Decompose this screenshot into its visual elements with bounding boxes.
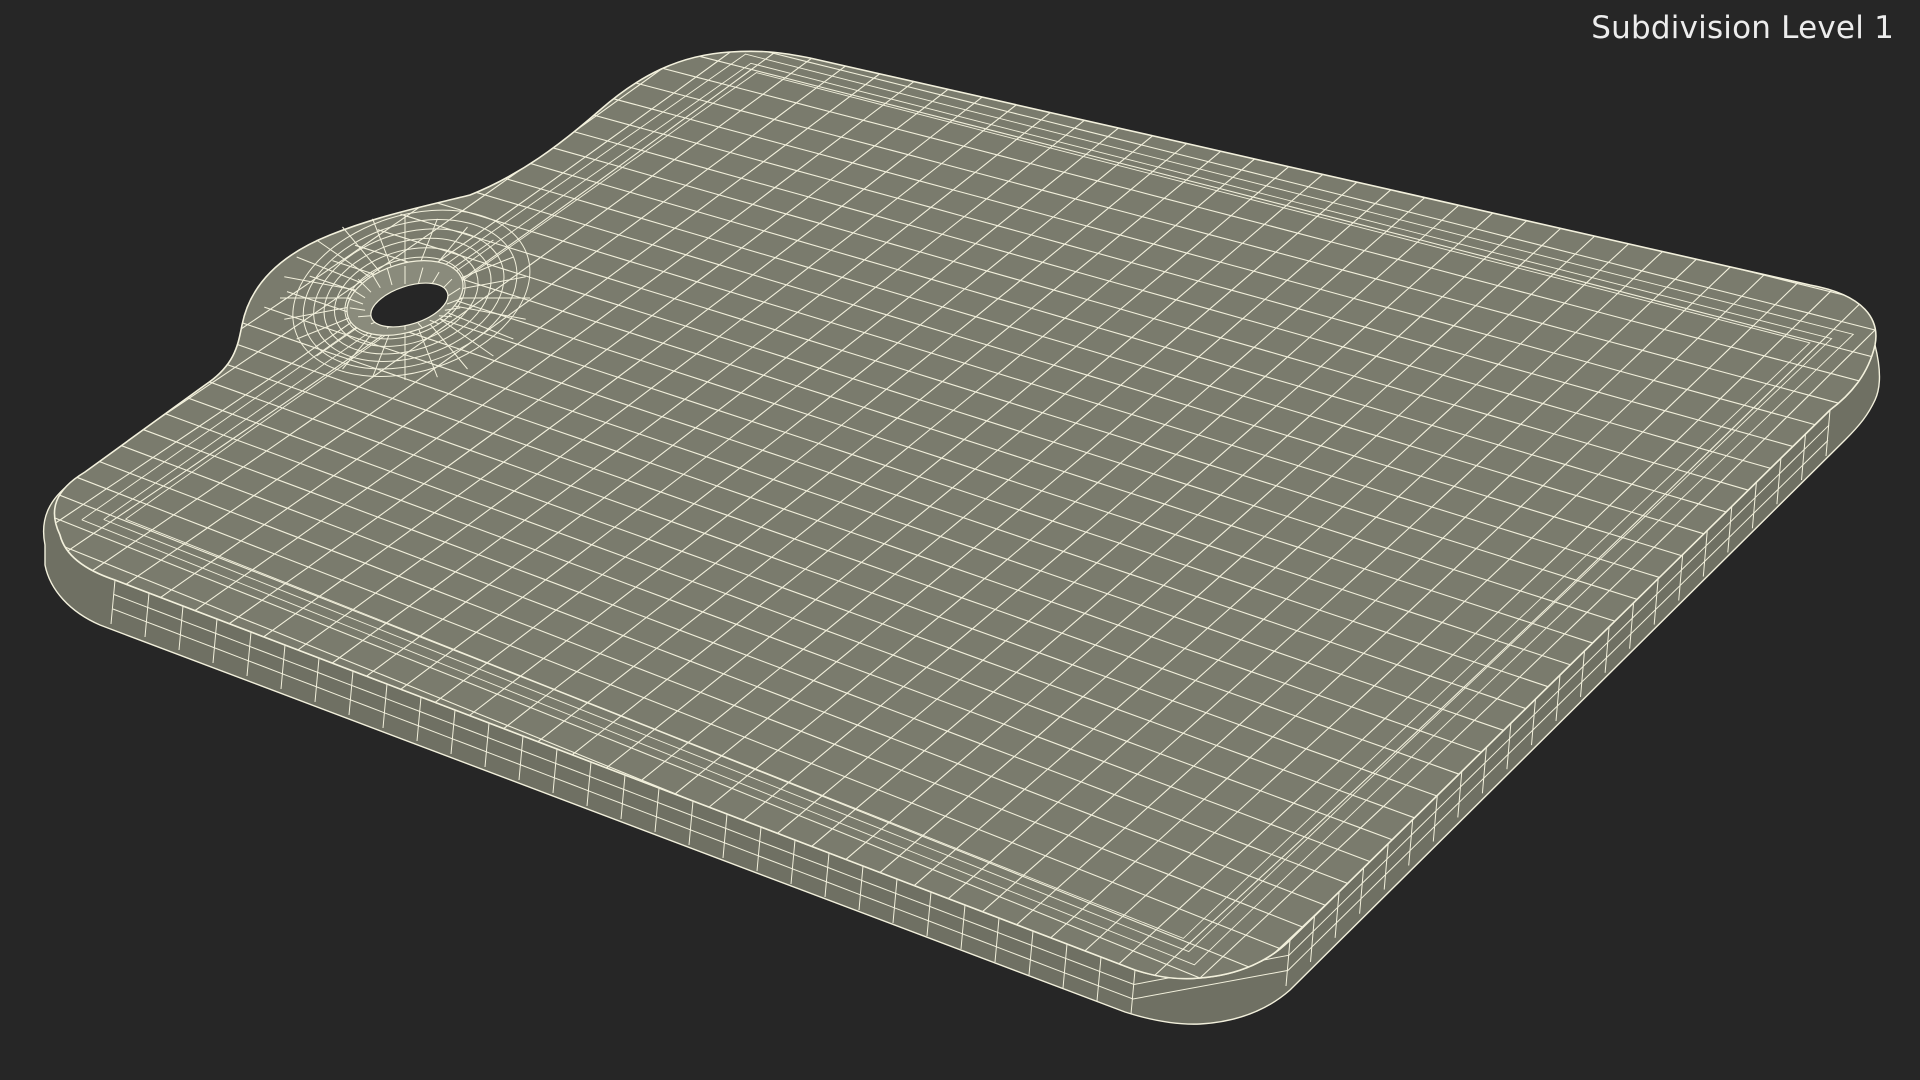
cutting-board-mesh bbox=[0, 0, 1920, 1080]
3d-viewport: Subdivision Level 1 bbox=[0, 0, 1920, 1080]
subdivision-level-label: Subdivision Level 1 bbox=[1591, 10, 1894, 46]
board-top-surface bbox=[53, 50, 1877, 980]
wireframe-render bbox=[42, 50, 1881, 1025]
